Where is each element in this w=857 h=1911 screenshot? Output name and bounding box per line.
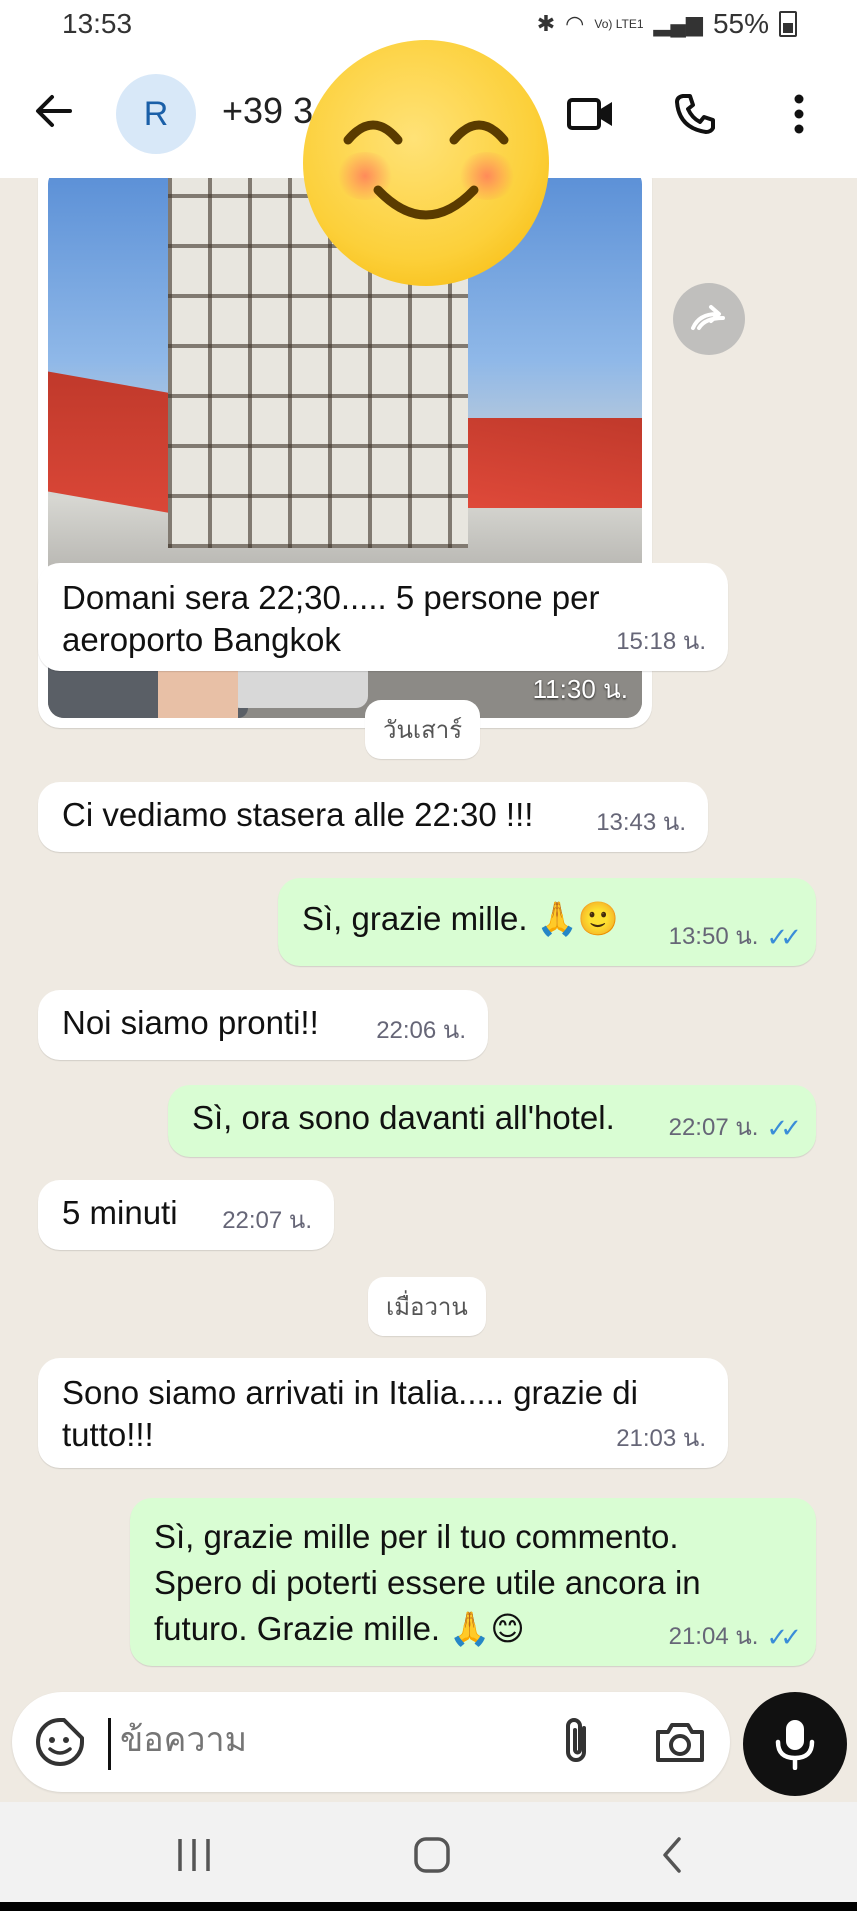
message-text: Sì, ora sono davanti all'hotel. xyxy=(192,1099,615,1136)
signal-icon: ▂▄▆ xyxy=(653,11,703,36)
incoming-message[interactable]: Sono siamo arrivati in Italia..... grazi… xyxy=(38,1358,728,1468)
read-ticks-icon: ✓✓ xyxy=(766,922,801,952)
message-compose-bar xyxy=(12,1692,730,1792)
chat-area[interactable]: 11:30 น. Domani sera 22;30..... 5 person… xyxy=(0,178,857,1688)
network-label: Vo) LTE1 xyxy=(594,17,644,31)
bluetooth-icon: ✱ xyxy=(536,11,556,36)
wifi-icon: ◠ xyxy=(565,11,585,36)
message-time: 15:18 น. xyxy=(616,628,706,655)
chat-header: R +39 3 xyxy=(0,40,857,286)
message-time: 21:04 น. xyxy=(668,1623,759,1650)
mic-icon[interactable] xyxy=(743,1692,847,1796)
more-options-icon[interactable] xyxy=(771,86,827,142)
outgoing-message[interactable]: Sì, grazie mille per il tuo commento. Sp… xyxy=(130,1498,816,1666)
message-time: 13:43 น. xyxy=(596,809,686,836)
message-text: Sì, grazie mille. 🙏🙂 xyxy=(302,900,619,937)
outgoing-message[interactable]: Sì, grazie mille. 🙏🙂 13:50 น. ✓✓ xyxy=(278,878,816,966)
smiling-face-sticker-overlay xyxy=(303,40,549,286)
message-time: 22:07 น. xyxy=(668,1114,759,1141)
back-nav-icon[interactable] xyxy=(642,1832,702,1878)
message-time: 22:06 น. xyxy=(376,1017,466,1044)
incoming-message[interactable]: Domani sera 22;30..... 5 persone per aer… xyxy=(38,563,728,671)
incoming-message[interactable]: Ci vediamo stasera alle 22:30 !!! 13:43 … xyxy=(38,782,708,852)
message-text: aeroporto Bangkok xyxy=(62,621,341,658)
camera-icon[interactable] xyxy=(652,1714,708,1770)
avatar[interactable]: R xyxy=(116,74,196,154)
outgoing-message[interactable]: Sì, ora sono davanti all'hotel. 22:07 น.… xyxy=(168,1085,816,1157)
home-icon[interactable] xyxy=(402,1832,462,1878)
battery-icon xyxy=(779,11,797,37)
sticker-icon[interactable] xyxy=(34,1716,86,1768)
message-text: Domani sera 22;30..... 5 persone per xyxy=(62,579,600,616)
message-text: 5 minuti xyxy=(62,1194,178,1231)
message-time: 13:50 น. xyxy=(668,923,759,950)
back-arrow-icon[interactable] xyxy=(30,86,80,136)
message-text: tutto!!! xyxy=(62,1416,154,1453)
read-ticks-icon: ✓✓ xyxy=(766,1113,801,1143)
message-text: futuro. Grazie mille. 🙏😊 xyxy=(154,1610,525,1647)
read-ticks-icon: ✓✓ xyxy=(766,1622,801,1652)
incoming-message[interactable]: Noi siamo pronti!! 22:06 น. xyxy=(38,990,488,1060)
message-text: Sono siamo arrivati in Italia..... grazi… xyxy=(62,1374,638,1411)
status-icons: ✱ ◠ Vo) LTE1 ▂▄▆ 55% xyxy=(537,8,797,40)
message-time: 21:03 น. xyxy=(616,1425,706,1452)
message-text: Noi siamo pronti!! xyxy=(62,1004,319,1041)
message-input[interactable] xyxy=(118,1720,542,1761)
incoming-message[interactable]: 5 minuti 22:07 น. xyxy=(38,1180,334,1250)
forward-icon[interactable] xyxy=(673,283,745,355)
screen-bottom-edge xyxy=(0,1902,857,1911)
recent-apps-icon[interactable] xyxy=(164,1832,224,1878)
message-time: 22:07 น. xyxy=(222,1207,312,1234)
message-text: Sì, grazie mille per il tuo commento. xyxy=(154,1518,679,1555)
video-call-icon[interactable] xyxy=(563,86,619,142)
contact-name[interactable]: +39 3 xyxy=(222,90,313,132)
status-time: 13:53 xyxy=(62,8,133,39)
message-time: 11:30 น. xyxy=(532,674,628,704)
battery-percent: 55% xyxy=(712,8,769,39)
message-text: Spero di poterti essere utile ancora in xyxy=(154,1564,701,1601)
phone-icon[interactable] xyxy=(667,86,723,142)
system-nav-bar xyxy=(0,1802,857,1902)
message-text: Ci vediamo stasera alle 22:30 !!! xyxy=(62,796,534,833)
attach-icon[interactable] xyxy=(550,1714,606,1770)
date-divider: เมื่อวาน xyxy=(368,1277,486,1336)
date-divider: วันเสาร์ xyxy=(365,700,481,759)
text-cursor xyxy=(108,1718,111,1770)
